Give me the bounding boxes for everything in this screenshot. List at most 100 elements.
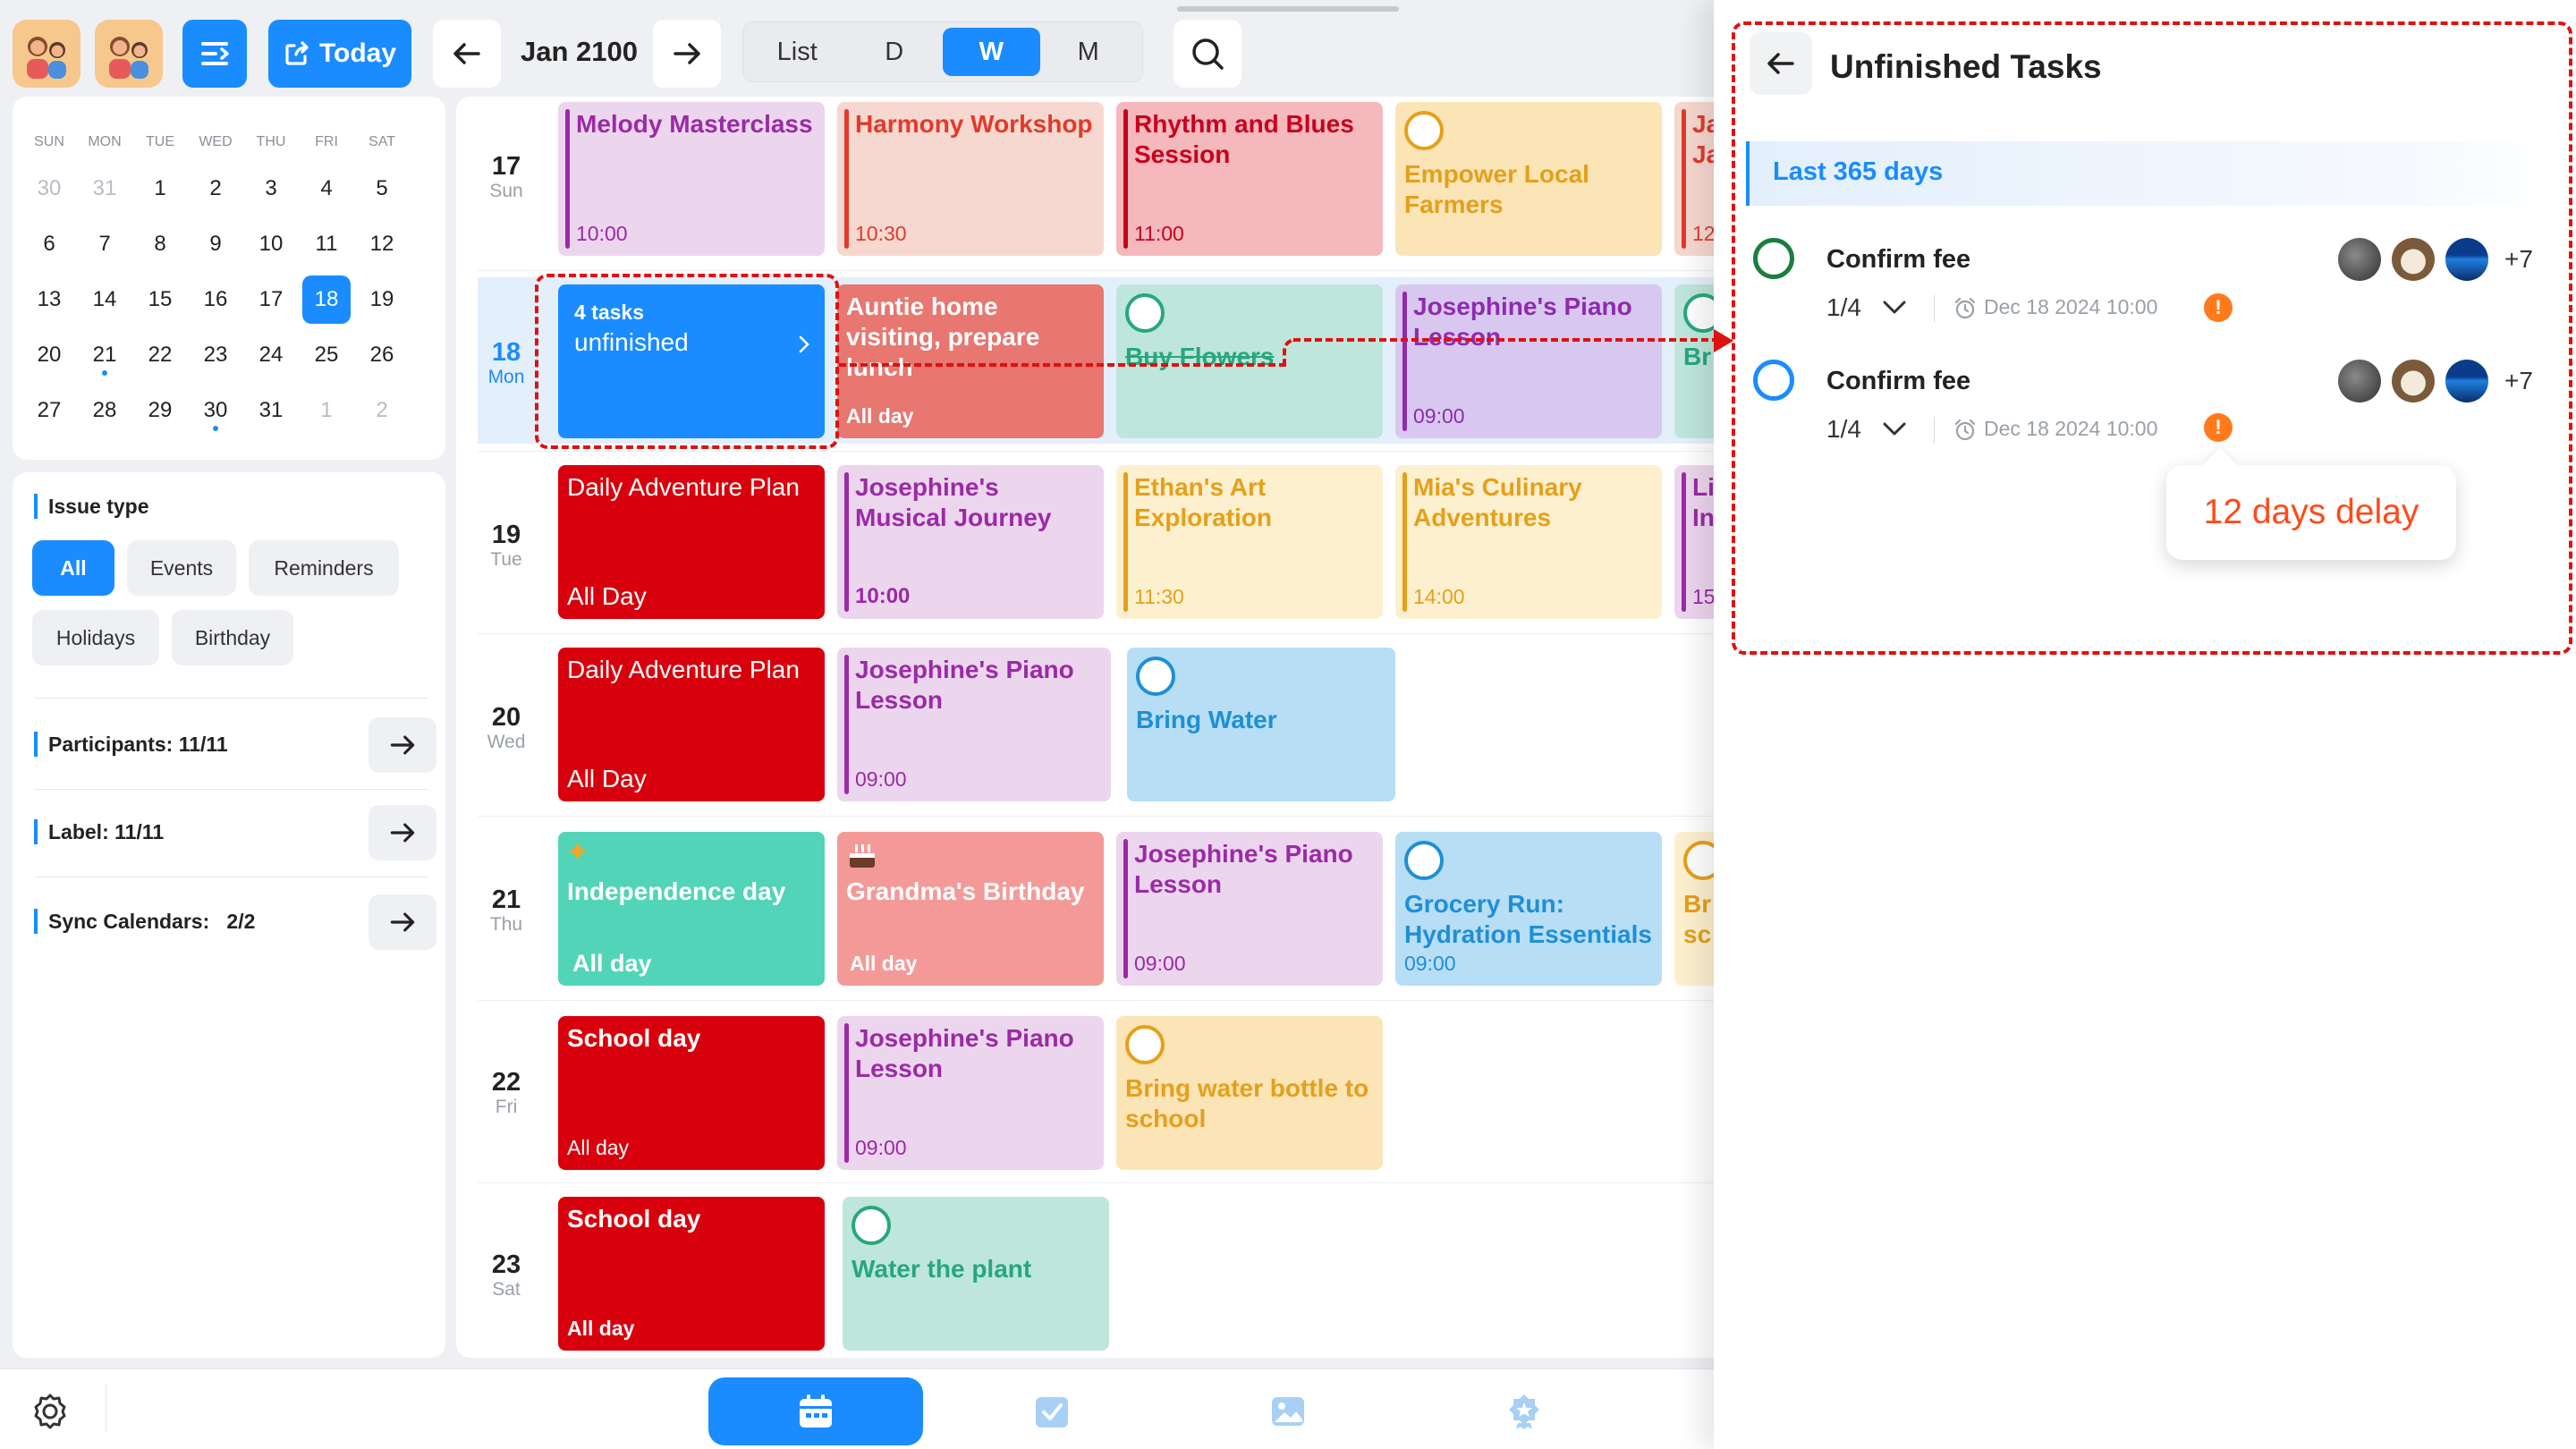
mini-cal-day[interactable]: 4 — [302, 165, 351, 213]
mini-cal-day[interactable]: 22 — [136, 331, 184, 379]
mini-cal-day[interactable]: 17 — [247, 275, 295, 324]
mini-cal-day[interactable]: 8 — [136, 220, 184, 268]
mini-cal-day[interactable]: 10 — [247, 220, 295, 268]
day-number[interactable]: 17 — [478, 152, 535, 182]
task-checkbox[interactable] — [1125, 1025, 1165, 1064]
mini-cal-day-selected[interactable]: 18 — [302, 275, 351, 324]
event-card[interactable]: Josephine's Musical Journey 10:00 — [837, 465, 1104, 619]
chip-holidays[interactable]: Holidays — [32, 610, 159, 665]
event-time: All Day — [567, 765, 647, 792]
view-tab-list[interactable]: List — [749, 28, 846, 76]
mini-cal-day[interactable]: 26 — [358, 331, 406, 379]
chip-all[interactable]: All — [32, 540, 114, 596]
task-checkbox[interactable] — [1404, 841, 1444, 880]
task-card[interactable]: Grocery Run: Hydration Essentials 09:00 — [1395, 832, 1662, 986]
task-card[interactable]: Buy Flowers — [1116, 284, 1383, 438]
event-card[interactable]: Ethan's Art Exploration 11:30 — [1116, 465, 1383, 619]
mini-cal-day[interactable]: 13 — [25, 275, 73, 324]
prev-month-button[interactable] — [433, 20, 501, 88]
event-card[interactable]: School day All day — [558, 1197, 825, 1351]
arrow-left-icon — [453, 43, 480, 64]
badge-star-icon — [1509, 1394, 1539, 1429]
event-card[interactable]: Josephine's Piano Lesson 09:00 — [837, 1016, 1104, 1170]
birthday-card[interactable]: Grandma's Birthday All day — [837, 832, 1104, 986]
chip-birthday[interactable]: Birthday — [172, 610, 293, 665]
event-card[interactable]: Auntie home visiting, prepare lunch All … — [837, 284, 1104, 438]
task-checkbox[interactable] — [1404, 111, 1444, 150]
event-card[interactable]: Harmony Workshop 10:30 — [837, 102, 1104, 256]
event-card[interactable]: Josephine's Piano Lesson 09:00 — [1395, 284, 1662, 438]
mini-cal-day[interactable]: 2 — [358, 386, 406, 435]
mini-cal-day[interactable]: 30 — [25, 165, 73, 213]
mini-cal-day[interactable]: 27 — [25, 386, 73, 435]
mini-cal-day[interactable]: 28 — [80, 386, 129, 435]
mini-cal-day[interactable]: 20 — [25, 331, 73, 379]
day-number[interactable]: 22 — [478, 1068, 535, 1097]
mini-cal-day[interactable]: 2 — [191, 165, 240, 213]
view-tab-day[interactable]: D — [846, 28, 944, 76]
mini-cal-day[interactable]: 31 — [247, 386, 295, 435]
event-title: Daily Adventure Plan — [567, 656, 800, 683]
mini-cal-day[interactable]: 1 — [136, 165, 184, 213]
view-tab-week[interactable]: W — [943, 28, 1040, 76]
mini-cal-day[interactable]: 24 — [247, 331, 295, 379]
drag-handle[interactable] — [1177, 6, 1399, 12]
nav-tab-tasks[interactable] — [1032, 1392, 1072, 1431]
today-button[interactable]: Today — [268, 20, 411, 88]
event-card[interactable]: School day All day — [558, 1016, 825, 1170]
profile-avatar-2[interactable] — [95, 20, 163, 88]
chip-events[interactable]: Events — [127, 540, 236, 596]
event-card[interactable]: Josephine's Piano Lesson 09:00 — [837, 648, 1111, 801]
nav-tab-photos[interactable] — [1268, 1392, 1308, 1431]
task-card[interactable]: Bring Water — [1127, 648, 1395, 801]
event-card[interactable]: Mia's Culinary Adventures 14:00 — [1395, 465, 1662, 619]
chip-reminders[interactable]: Reminders — [249, 540, 399, 596]
event-card[interactable]: Daily Adventure Plan All Day — [558, 648, 825, 801]
task-card[interactable]: Bring water bottle to school — [1116, 1016, 1383, 1170]
task-checkbox[interactable] — [1125, 293, 1165, 333]
mini-cal-day[interactable]: 15 — [136, 275, 184, 324]
task-card[interactable]: Water the plant — [843, 1197, 1109, 1351]
mini-cal-day[interactable]: 12 — [358, 220, 406, 268]
annotation-highlight-box — [1732, 21, 2572, 655]
mini-cal-day[interactable]: 23 — [191, 331, 240, 379]
sync-calendars-arrow-button[interactable] — [369, 894, 436, 950]
label-arrow-button[interactable] — [369, 805, 436, 860]
participants-arrow-button[interactable] — [369, 717, 436, 773]
mini-cal-day[interactable]: 11 — [302, 220, 351, 268]
day-number[interactable]: 20 — [478, 703, 535, 733]
next-month-button[interactable] — [653, 20, 721, 88]
profile-avatar-1[interactable] — [13, 20, 80, 88]
event-card[interactable]: Daily Adventure Plan All Day — [558, 465, 825, 619]
day-number-today[interactable]: 18 — [478, 338, 535, 368]
mini-cal-day[interactable]: 1 — [302, 386, 351, 435]
event-card[interactable]: Melody Masterclass 10:00 — [558, 102, 825, 256]
mini-cal-day[interactable]: 9 — [191, 220, 240, 268]
day-number[interactable]: 21 — [478, 886, 535, 915]
view-tab-month[interactable]: M — [1040, 28, 1138, 76]
search-button[interactable] — [1174, 20, 1241, 88]
mini-cal-day[interactable]: 19 — [358, 275, 406, 324]
mini-cal-day[interactable]: 5 — [358, 165, 406, 213]
holiday-card[interactable]: ✦ Independence day All day — [558, 832, 825, 986]
event-card[interactable]: Josephine's Piano Lesson 09:00 — [1116, 832, 1383, 986]
nav-tab-calendar[interactable] — [708, 1377, 923, 1445]
nav-tab-rewards[interactable] — [1504, 1392, 1544, 1431]
settings-button[interactable] — [30, 1392, 70, 1431]
day-number[interactable]: 23 — [478, 1250, 535, 1280]
event-card[interactable]: Rhythm and Blues Session 11:00 — [1116, 102, 1383, 256]
mini-cal-day[interactable]: 6 — [25, 220, 73, 268]
mini-cal-day[interactable]: 31 — [80, 165, 129, 213]
mini-cal-day[interactable]: 16 — [191, 275, 240, 324]
current-month-label[interactable]: Jan 2100 — [521, 36, 638, 68]
mini-cal-day[interactable]: 25 — [302, 331, 351, 379]
day-number[interactable]: 19 — [478, 521, 535, 550]
mini-cal-day[interactable]: 14 — [80, 275, 129, 324]
task-checkbox[interactable] — [852, 1206, 891, 1245]
sidebar-toggle-button[interactable] — [182, 20, 247, 88]
mini-cal-day[interactable]: 29 — [136, 386, 184, 435]
task-checkbox[interactable] — [1136, 657, 1175, 696]
task-card[interactable]: Empower Local Farmers — [1395, 102, 1662, 256]
mini-cal-day[interactable]: 7 — [80, 220, 129, 268]
mini-cal-day[interactable]: 3 — [247, 165, 295, 213]
